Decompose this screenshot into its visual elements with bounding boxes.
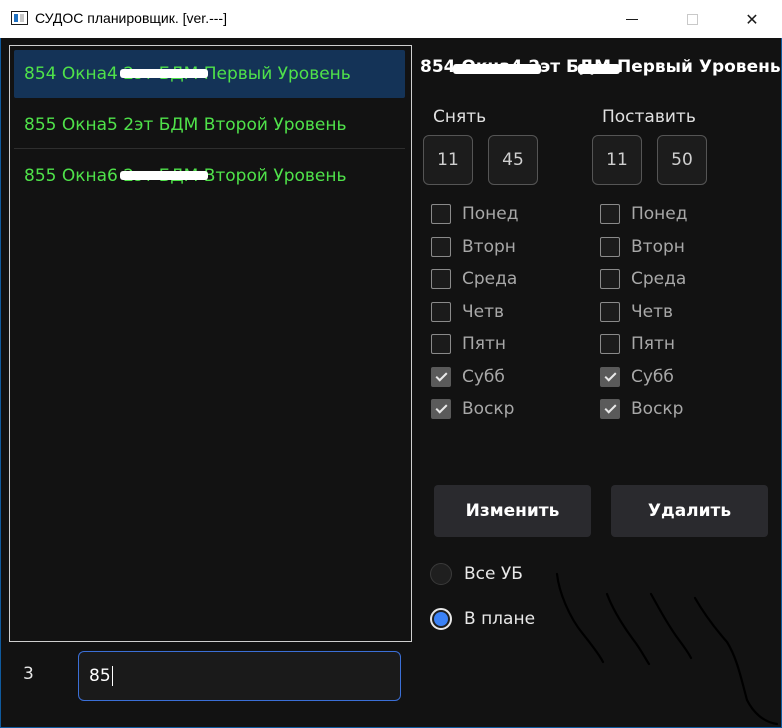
remove-day-5[interactable]: Субб: [431, 365, 505, 389]
edit-button[interactable]: Изменить: [434, 485, 591, 537]
day-label: Среда: [462, 269, 518, 289]
radio-button-selected[interactable]: [430, 608, 452, 630]
day-label: Пятн: [631, 334, 676, 354]
set-day-2[interactable]: Среда: [600, 267, 686, 291]
delete-button[interactable]: Удалить: [611, 485, 768, 537]
checkbox[interactable]: [600, 334, 620, 354]
set-day-6[interactable]: Воскр: [600, 397, 683, 421]
set-minute-value: 50: [671, 150, 693, 170]
day-label: Субб: [631, 366, 674, 387]
redaction-mark: [453, 64, 541, 74]
checkbox-checked[interactable]: [600, 366, 620, 387]
remove-day-3[interactable]: Четв: [431, 300, 504, 324]
remove-day-1[interactable]: Вторн: [431, 235, 516, 259]
radio-dot: [434, 612, 448, 626]
remove-minute-input[interactable]: 45: [488, 135, 538, 185]
day-label: Вторн: [631, 236, 685, 257]
day-label: Среда: [631, 269, 687, 289]
checkmark-icon: [434, 369, 448, 382]
handwritten-scribble: [555, 572, 779, 726]
set-day-0[interactable]: Понед: [600, 202, 688, 226]
remove-hour-input[interactable]: 11: [423, 135, 473, 185]
checkbox-checked[interactable]: [431, 399, 451, 419]
client-area: 854 Окна4 2эт БДМ Первый Уровень 855 Окн…: [1, 38, 781, 727]
day-label: Понед: [462, 204, 519, 224]
checkmark-icon: [603, 369, 617, 382]
checkbox-checked[interactable]: [600, 399, 620, 419]
title-bar[interactable]: СУДОС планировщик. [ver.---] ✕: [0, 0, 782, 38]
minimize-button[interactable]: [602, 0, 662, 38]
close-icon: ✕: [745, 9, 759, 29]
checkbox-checked[interactable]: [431, 366, 451, 387]
checkbox[interactable]: [431, 334, 451, 354]
day-label: Пятн: [462, 334, 507, 354]
set-day-5[interactable]: Субб: [600, 365, 674, 389]
maximize-icon: [686, 13, 698, 25]
count-label: 3: [23, 664, 34, 684]
checkbox[interactable]: [600, 269, 620, 289]
list-item-0[interactable]: 854 Окна4 2эт БДМ Первый Уровень: [14, 50, 405, 98]
day-label: Четв: [631, 301, 674, 322]
radio-in-plan[interactable]: В плане: [430, 607, 535, 631]
task-list[interactable]: 854 Окна4 2эт БДМ Первый Уровень 855 Окн…: [9, 45, 412, 642]
redaction-mark: [120, 171, 208, 180]
set-day-1[interactable]: Вторн: [600, 235, 685, 259]
checkmark-icon: [434, 401, 448, 414]
day-label: Воскр: [462, 399, 515, 419]
radio-button[interactable]: [430, 563, 452, 585]
list-item-1[interactable]: 855 Окна5 2эт БДМ Второй Уровень: [14, 101, 405, 149]
set-hour-value: 11: [606, 150, 628, 170]
day-label: Субб: [462, 366, 505, 387]
close-button[interactable]: ✕: [722, 0, 782, 38]
set-hour-input[interactable]: 11: [592, 135, 642, 185]
redaction-mark: [578, 64, 620, 74]
minimize-icon: [626, 18, 638, 20]
set-day-3[interactable]: Четв: [600, 300, 673, 324]
number-input-value: 85: [89, 666, 111, 686]
radio-label: Все УБ: [464, 564, 523, 584]
remove-hour-value: 11: [437, 150, 459, 170]
remove-day-4[interactable]: Пятн: [431, 332, 506, 356]
maximize-button[interactable]: [662, 0, 722, 38]
app-icon: [11, 11, 28, 25]
checkbox[interactable]: [600, 236, 620, 257]
checkbox[interactable]: [431, 301, 451, 322]
checkbox[interactable]: [600, 301, 620, 322]
text-caret: [111, 666, 113, 686]
radio-all-ub[interactable]: Все УБ: [430, 562, 523, 586]
checkbox[interactable]: [431, 204, 451, 224]
number-input[interactable]: 85: [78, 651, 401, 701]
list-separator: [14, 148, 405, 149]
remove-label: Снять: [433, 107, 487, 127]
remove-day-2[interactable]: Среда: [431, 267, 517, 291]
set-label: Поставить: [602, 107, 696, 127]
set-day-4[interactable]: Пятн: [600, 332, 675, 356]
checkmark-icon: [603, 401, 617, 414]
remove-minute-value: 45: [502, 150, 524, 170]
app-window: СУДОС планировщик. [ver.---] ✕ 854 Окна4…: [0, 0, 782, 728]
list-item-label: 855 Окна5 2эт БДМ Второй Уровень: [24, 115, 347, 135]
checkbox[interactable]: [600, 204, 620, 224]
checkbox[interactable]: [431, 236, 451, 257]
remove-day-6[interactable]: Воскр: [431, 397, 514, 421]
radio-label: В плане: [464, 609, 536, 629]
checkbox[interactable]: [431, 269, 451, 289]
day-label: Понед: [631, 204, 688, 224]
day-label: Четв: [462, 301, 505, 322]
day-label: Вторн: [462, 236, 516, 257]
window-title: СУДОС планировщик. [ver.---]: [35, 10, 227, 26]
remove-day-0[interactable]: Понед: [431, 202, 519, 226]
day-label: Воскр: [631, 399, 684, 419]
list-item-2[interactable]: 855 Окна6 2эт БДМ Второй Уровень: [14, 152, 405, 200]
redaction-mark: [120, 69, 208, 78]
set-minute-input[interactable]: 50: [657, 135, 707, 185]
